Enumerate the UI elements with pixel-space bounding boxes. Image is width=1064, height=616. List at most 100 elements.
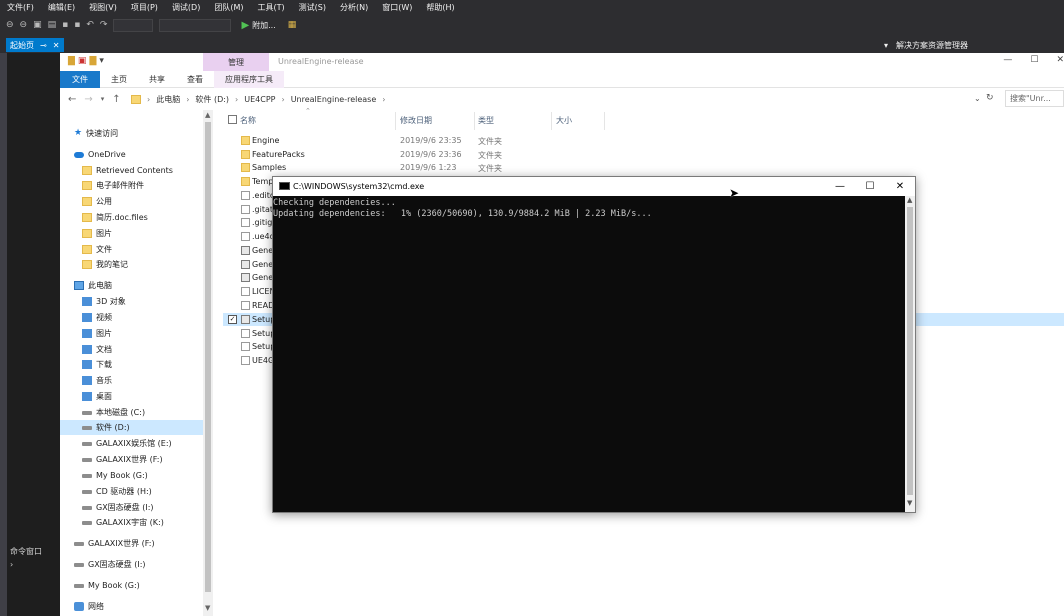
column-divider[interactable] bbox=[604, 112, 605, 130]
vs-menu-item[interactable]: 窗口(W) bbox=[375, 2, 419, 13]
search-input[interactable]: 搜索"Unr... bbox=[1005, 90, 1064, 107]
manage-tab[interactable]: 管理 bbox=[203, 53, 269, 71]
nav-item[interactable]: Retrieved Contents bbox=[60, 163, 203, 178]
vs-menu-item[interactable]: 编辑(E) bbox=[41, 2, 82, 13]
vs-menu-item[interactable]: 调试(D) bbox=[165, 2, 207, 13]
nav-pane-scrollbar[interactable]: ▲ ▼ bbox=[203, 110, 213, 616]
close-icon[interactable]: ✕ bbox=[1056, 55, 1064, 65]
nav-item[interactable]: 3D 对象 bbox=[60, 294, 203, 309]
select-all-checkbox[interactable] bbox=[228, 115, 237, 124]
new-project-icon[interactable]: ▣ bbox=[33, 20, 42, 30]
nav-item[interactable]: OneDrive bbox=[60, 147, 203, 162]
address-bar[interactable]: › 此电脑 › 软件 (D:) › UE4CPP › UnrealEngine-… bbox=[130, 91, 998, 107]
column-divider[interactable] bbox=[395, 112, 396, 130]
command-window-label[interactable]: 命令窗口 bbox=[10, 546, 42, 557]
file-row[interactable]: Engine 2019/9/6 23:35 文件夹 bbox=[223, 134, 1064, 147]
file-row[interactable]: FeaturePacks 2019/9/6 23:36 文件夹 bbox=[223, 148, 1064, 161]
nav-item[interactable]: 网络 bbox=[60, 599, 203, 614]
column-name[interactable]: 名称 bbox=[240, 115, 256, 126]
scroll-down-icon[interactable]: ▼ bbox=[907, 499, 912, 507]
console-output[interactable]: Checking dependencies... Updating depende… bbox=[273, 196, 905, 512]
vs-menu-item[interactable]: 工具(T) bbox=[251, 2, 292, 13]
cmd-window[interactable]: C:\WINDOWS\system32\cmd.exe — ☐ ✕ Checki… bbox=[272, 176, 916, 513]
vs-menu-item[interactable]: 测试(S) bbox=[292, 2, 333, 13]
ribbon-tab-view[interactable]: 查看 bbox=[176, 71, 214, 88]
customize-icon[interactable]: ▾ bbox=[99, 56, 104, 66]
nav-item[interactable]: 视频 bbox=[60, 310, 203, 325]
recent-dropdown-icon[interactable]: ▾ bbox=[101, 95, 105, 103]
scroll-down-icon[interactable]: ▼ bbox=[205, 604, 210, 612]
column-date[interactable]: 修改日期 bbox=[400, 115, 432, 126]
nav-item[interactable]: My Book (G:) bbox=[60, 578, 203, 593]
nav-item[interactable]: 音乐 bbox=[60, 373, 203, 388]
solution-explorer-title[interactable]: ▾ 解决方案资源管理器 bbox=[884, 40, 968, 51]
maximize-icon[interactable]: ☐ bbox=[855, 177, 885, 196]
scroll-up-icon[interactable]: ▲ bbox=[205, 111, 210, 119]
nav-item[interactable]: 本地磁盘 (C:) bbox=[60, 405, 203, 420]
back-icon[interactable]: ⊖ bbox=[6, 20, 14, 30]
nav-item[interactable]: 此电脑 bbox=[60, 278, 203, 293]
save-icon[interactable]: ▪ bbox=[62, 20, 68, 30]
breadcrumb-unrealengine[interactable]: UnrealEngine-release bbox=[291, 95, 377, 104]
close-icon[interactable]: ✕ bbox=[885, 177, 915, 196]
forward-icon[interactable]: ⊖ bbox=[20, 20, 28, 30]
row-checkbox[interactable]: ✓ bbox=[228, 315, 237, 324]
open-icon[interactable]: ▤ bbox=[48, 20, 57, 30]
config-dropdown[interactable] bbox=[113, 18, 154, 32]
undo-icon[interactable]: ↶ bbox=[86, 20, 94, 30]
breadcrumb-ue4cpp[interactable]: UE4CPP bbox=[244, 95, 275, 104]
file-row[interactable]: Samples 2019/9/6 1:23 文件夹 bbox=[223, 161, 1064, 174]
address-dropdown-icon[interactable]: ⌄ bbox=[974, 94, 981, 103]
up-arrow-icon[interactable]: ↑ bbox=[112, 94, 120, 105]
breadcrumb-drive-d[interactable]: 软件 (D:) bbox=[195, 94, 229, 105]
vs-menu-item[interactable]: 分析(N) bbox=[333, 2, 375, 13]
vs-menu-item[interactable]: 项目(P) bbox=[124, 2, 165, 13]
nav-item[interactable]: 文档 bbox=[60, 342, 203, 357]
nav-item[interactable]: 下载 bbox=[60, 357, 203, 372]
vs-menu-item[interactable]: 团队(M) bbox=[207, 2, 250, 13]
nav-item[interactable]: 公用 bbox=[60, 194, 203, 209]
scroll-thumb[interactable] bbox=[907, 207, 913, 495]
nav-item[interactable]: GALAXIX世界 (F:) bbox=[60, 536, 203, 551]
properties-icon[interactable]: ▣ bbox=[78, 56, 87, 66]
vs-menu-item[interactable]: 文件(F) bbox=[0, 2, 41, 13]
vs-side-toolstrip[interactable] bbox=[0, 53, 7, 616]
nav-item[interactable]: 简历.doc.files bbox=[60, 210, 203, 225]
vs-menu-item[interactable]: 视图(V) bbox=[82, 2, 124, 13]
maximize-icon[interactable]: ☐ bbox=[1030, 55, 1038, 65]
ribbon-tab-file[interactable]: 文件 bbox=[60, 70, 100, 88]
nav-item[interactable]: My Book (G:) bbox=[60, 468, 203, 483]
scroll-up-icon[interactable]: ▲ bbox=[907, 196, 912, 204]
nav-item[interactable]: 文件 bbox=[60, 242, 203, 257]
nav-item[interactable]: 桌面 bbox=[60, 389, 203, 404]
nav-item[interactable]: ★ 快速访问 bbox=[60, 126, 203, 141]
nav-item[interactable]: GX固态硬盘 (I:) bbox=[60, 557, 203, 572]
start-page-tab[interactable]: 起始页 ⊸ ✕ bbox=[6, 38, 64, 52]
save-all-icon[interactable]: ▪ bbox=[74, 20, 80, 30]
nav-item[interactable]: GALAXIX宇宙 (K:) bbox=[60, 515, 203, 530]
column-divider[interactable] bbox=[474, 112, 475, 130]
nav-item[interactable]: 图片 bbox=[60, 226, 203, 241]
attach-button[interactable]: ▶ 附加... bbox=[241, 20, 275, 31]
column-divider[interactable] bbox=[551, 112, 552, 130]
new-folder-icon[interactable]: ▇ bbox=[89, 56, 96, 66]
nav-item[interactable]: 我的笔记 bbox=[60, 257, 203, 272]
breadcrumb-this-pc[interactable]: 此电脑 bbox=[156, 94, 180, 105]
minimize-icon[interactable]: — bbox=[825, 177, 855, 196]
nav-item[interactable]: 电子邮件附件 bbox=[60, 178, 203, 193]
nav-item[interactable]: GX固态硬盘 (I:) bbox=[60, 500, 203, 515]
nav-item[interactable]: 软件 (D:) bbox=[60, 420, 203, 435]
forward-arrow-icon[interactable]: → bbox=[84, 94, 92, 105]
nav-item[interactable]: CD 驱动器 (H:) bbox=[60, 484, 203, 499]
toolbox-icon[interactable]: ▦ bbox=[288, 20, 297, 30]
minimize-icon[interactable]: — bbox=[1003, 55, 1012, 65]
back-arrow-icon[interactable]: ← bbox=[68, 94, 76, 105]
cmd-scrollbar[interactable]: ▲ ▼ bbox=[905, 196, 915, 512]
column-size[interactable]: 大小 bbox=[556, 115, 572, 126]
redo-icon[interactable]: ↷ bbox=[100, 20, 108, 30]
platform-dropdown[interactable] bbox=[159, 18, 232, 32]
cmd-titlebar[interactable]: C:\WINDOWS\system32\cmd.exe — ☐ ✕ bbox=[273, 177, 915, 196]
nav-item[interactable]: GALAXIX娱乐馆 (E:) bbox=[60, 436, 203, 451]
nav-item[interactable]: GALAXIX世界 (F:) bbox=[60, 452, 203, 467]
pin-icon[interactable]: ⊸ bbox=[40, 41, 47, 50]
